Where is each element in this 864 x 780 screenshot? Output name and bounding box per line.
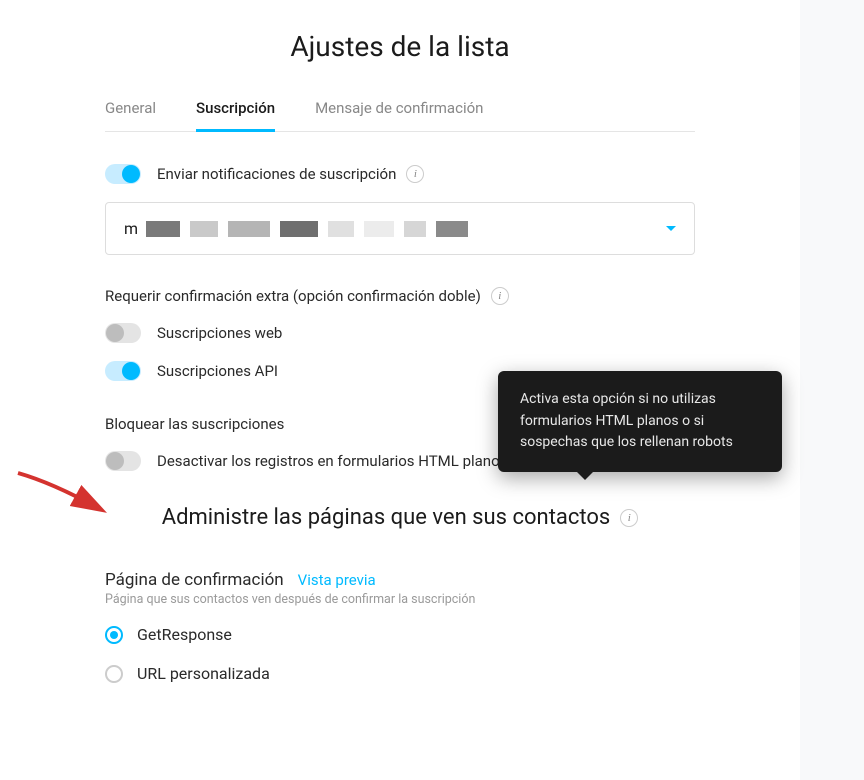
- tab-general[interactable]: General: [105, 99, 156, 131]
- tooltip-text: Activa esta opción si no utilizas formul…: [520, 391, 733, 450]
- select-text-prefix: m: [124, 219, 138, 238]
- label-web-subscriptions: Suscripciones web: [157, 324, 282, 342]
- link-preview[interactable]: Vista previa: [298, 571, 376, 589]
- toggle-knob: [122, 165, 140, 183]
- radio-label-getresponse: GetResponse: [137, 625, 232, 644]
- radio-option-getresponse[interactable]: GetResponse: [105, 625, 695, 644]
- page-title: Ajustes de la lista: [105, 30, 695, 63]
- radio-icon: [105, 626, 123, 644]
- select-value: m: [124, 219, 470, 238]
- annotation-arrow: [8, 465, 118, 535]
- notification-recipient-select[interactable]: m: [105, 202, 695, 255]
- radio-icon: [105, 665, 123, 683]
- field-title-confirmation-page: Página de confirmación: [105, 570, 284, 590]
- heading-extra-confirmation-text: Requerir confirmación extra (opción conf…: [105, 287, 481, 305]
- info-icon[interactable]: i: [620, 509, 638, 527]
- info-icon[interactable]: i: [406, 165, 424, 183]
- label-disable-plain-html: Desactivar los registros en formularios …: [157, 452, 500, 470]
- info-icon[interactable]: i: [491, 287, 509, 305]
- toggle-knob: [106, 324, 124, 342]
- chevron-down-icon: [666, 226, 676, 231]
- tab-subscription[interactable]: Suscripción: [196, 99, 275, 131]
- radio-label-custom-url: URL personalizada: [137, 664, 270, 683]
- toggle-api-subscriptions[interactable]: [105, 361, 141, 381]
- label-api-subscriptions: Suscripciones API: [157, 362, 278, 380]
- toggle-send-notifications[interactable]: [105, 164, 141, 184]
- heading-manage-pages-text: Administre las páginas que ven sus conta…: [162, 505, 611, 530]
- field-desc-confirmation-page: Página que sus contactos ven después de …: [105, 592, 695, 607]
- radio-option-custom-url[interactable]: URL personalizada: [105, 664, 695, 683]
- toggle-knob: [122, 362, 140, 380]
- heading-block-subscriptions-text: Bloquear las suscripciones: [105, 415, 284, 433]
- tooltip-plain-html-info: Activa esta opción si no utilizas formul…: [498, 371, 782, 472]
- label-send-notifications: Enviar notificaciones de suscripción: [157, 165, 396, 183]
- tabs-bar: General Suscripción Mensaje de confirmac…: [105, 99, 695, 132]
- heading-manage-pages: Administre las páginas que ven sus conta…: [105, 505, 695, 530]
- heading-extra-confirmation: Requerir confirmación extra (opción conf…: [105, 287, 695, 305]
- tab-confirmation-message[interactable]: Mensaje de confirmación: [315, 99, 483, 131]
- toggle-web-subscriptions[interactable]: [105, 323, 141, 343]
